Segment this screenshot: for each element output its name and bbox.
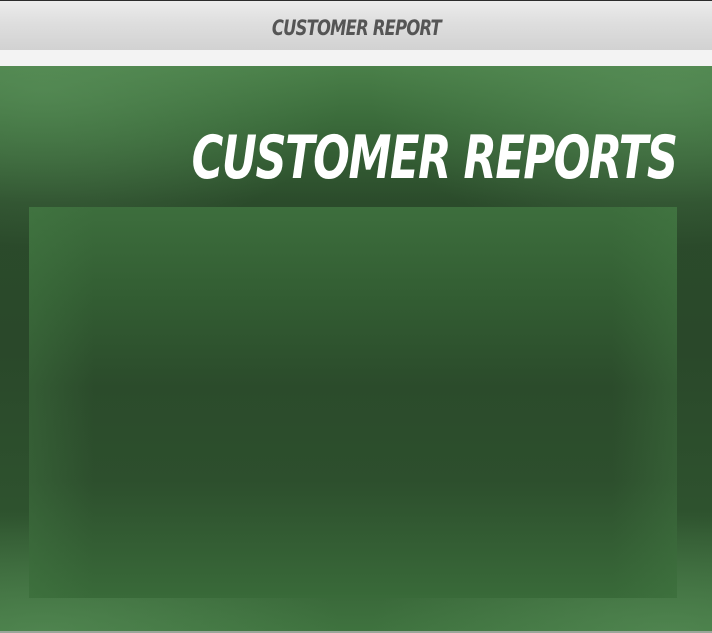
app-window: CUSTOMER REPORT CUSTOMER REPORTS [0,0,712,633]
page-title: CUSTOMER REPORTS [191,123,677,193]
title-bar: CUSTOMER REPORT [0,0,712,50]
main-panel: CUSTOMER REPORTS [0,66,712,633]
report-content-area [29,207,677,598]
window-title: CUSTOMER REPORT [271,15,441,40]
title-bar-divider [0,50,712,66]
